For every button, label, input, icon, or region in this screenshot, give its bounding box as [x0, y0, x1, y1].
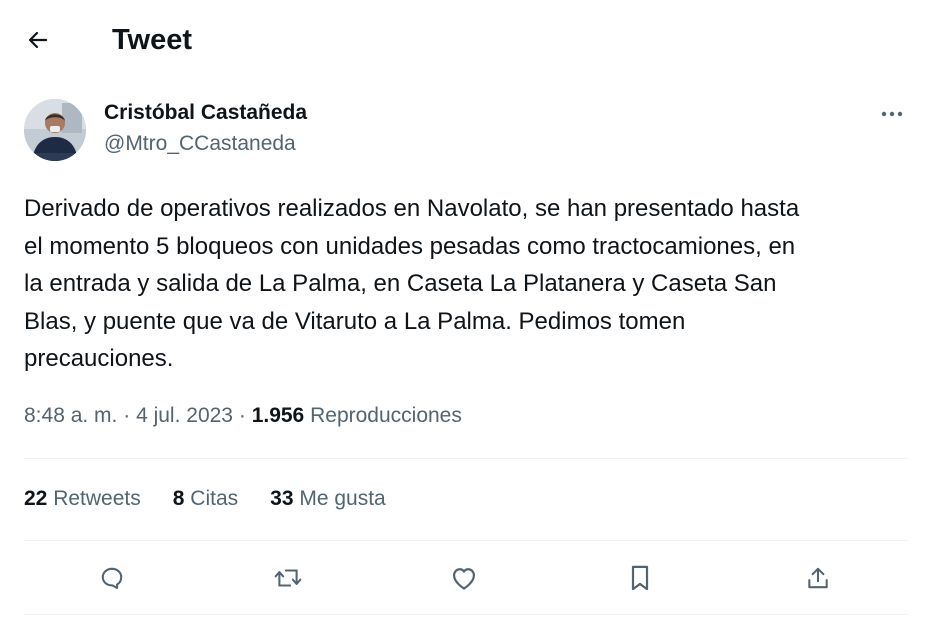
- heart-icon: [450, 565, 478, 591]
- reply-button[interactable]: [90, 556, 134, 600]
- likes-stat[interactable]: 33 Me gusta: [270, 484, 386, 514]
- tweet-date[interactable]: 4 jul. 2023: [136, 404, 233, 427]
- quotes-count: 8: [172, 487, 185, 510]
- quotes-label: Citas: [190, 487, 239, 510]
- more-horizontal-icon: [880, 110, 904, 118]
- tweet-metadata: 8:48 a. m. · 4 jul. 2023 · 1.956 Reprodu…: [24, 401, 462, 431]
- likes-label: Me gusta: [299, 487, 386, 510]
- share-icon: [805, 564, 831, 592]
- bookmark-icon: [628, 564, 652, 592]
- arrow-left-icon: [26, 28, 50, 52]
- page-title: Tweet: [112, 24, 193, 56]
- author-name[interactable]: Cristóbal Castañeda: [104, 99, 307, 127]
- retweet-icon: [274, 565, 302, 591]
- retweets-stat[interactable]: 22 Retweets: [24, 484, 141, 514]
- views-count: 1.956: [251, 404, 305, 427]
- back-button[interactable]: [20, 22, 56, 58]
- avatar[interactable]: [24, 99, 86, 161]
- retweets-label: Retweets: [53, 487, 141, 510]
- more-options-button[interactable]: [874, 100, 910, 128]
- reply-icon: [99, 565, 125, 591]
- like-button[interactable]: [442, 556, 486, 600]
- meta-separator: ·: [238, 404, 246, 427]
- retweets-count: 22: [24, 487, 48, 510]
- divider: [24, 614, 908, 615]
- action-bar: [24, 556, 908, 600]
- divider: [24, 458, 908, 459]
- header-bar: Tweet: [0, 0, 937, 80]
- tweet-text: Derivado de operativos realizados en Nav…: [24, 195, 800, 372]
- quotes-stat[interactable]: 8 Citas: [173, 484, 238, 514]
- views-label: Reproducciones: [310, 404, 462, 427]
- engagement-stats: 22 Retweets 8 Citas 33 Me gusta: [24, 484, 386, 514]
- retweet-button[interactable]: [266, 556, 310, 600]
- author-handle[interactable]: @Mtro_CCastaneda: [104, 130, 296, 158]
- meta-separator: ·: [123, 404, 131, 427]
- likes-count: 33: [270, 487, 294, 510]
- share-button[interactable]: [796, 556, 840, 600]
- bookmark-button[interactable]: [618, 556, 662, 600]
- tweet-time[interactable]: 8:48 a. m.: [24, 404, 117, 427]
- divider: [24, 540, 908, 541]
